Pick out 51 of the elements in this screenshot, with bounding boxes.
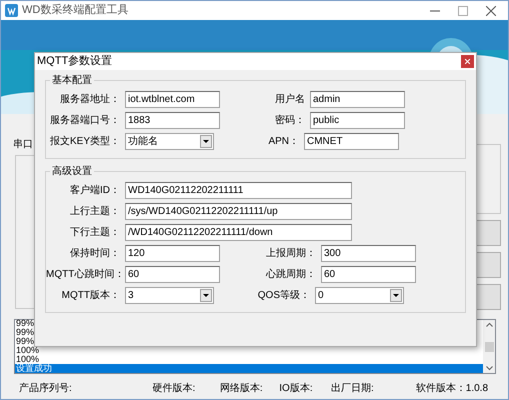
status-text: 产品序列号: — [19, 382, 73, 396]
status-text: IO版本: — [279, 382, 314, 396]
status-text: 硬件版本: — [152, 382, 196, 396]
scrollbar[interactable] — [483, 320, 495, 373]
close-button[interactable] — [461, 55, 474, 68]
window-title: WD数采终端配置工具 — [22, 3, 128, 18]
input-field[interactable]: /sys/WD140G02112202211111/up — [125, 203, 352, 220]
field-label: 心跳周期： — [264, 268, 316, 282]
input-field[interactable]: public — [310, 112, 405, 129]
field-label: 客户端ID： — [69, 184, 120, 198]
field-label: MQTT版本： — [60, 288, 120, 303]
field-label: MQTT心跳时间： — [46, 268, 120, 282]
port-label: 串口 — [13, 139, 33, 150]
input-field[interactable]: 120 — [125, 245, 220, 262]
input-field[interactable]: 300 — [321, 245, 416, 262]
input-field[interactable]: 60 — [125, 266, 220, 283]
dropdown[interactable]: 0 — [315, 287, 404, 304]
caret-icon — [200, 289, 212, 302]
caret-icon — [200, 135, 212, 148]
input-field[interactable]: 1883 — [125, 112, 220, 129]
field-label: QOS等级： — [256, 289, 310, 303]
field-label: 下行主题： — [69, 226, 120, 240]
log-line[interactable]: 100% — [15, 355, 483, 364]
input-field[interactable]: iot.wtblnet.com — [125, 91, 220, 108]
scrollbar-thumb[interactable] — [484, 342, 494, 352]
dialog-title: MQTT参数设置 — [37, 54, 112, 70]
field-label: APN： — [267, 135, 299, 149]
log-line[interactable]: 100% — [15, 346, 483, 355]
close-icon[interactable] — [486, 6, 496, 16]
maximize-icon[interactable] — [458, 6, 468, 16]
field-label: 服务器地址： — [59, 92, 120, 107]
field-label: 用户名 — [274, 92, 305, 107]
field-label: 报文KEY类型： — [48, 134, 120, 149]
input-field[interactable]: /WD140G02112202211111/down — [125, 224, 352, 241]
field-label: 服务器端口号： — [49, 114, 120, 128]
input-field[interactable]: CMNET — [304, 133, 399, 150]
field-label: 上报周期： — [265, 246, 316, 261]
field-label: 上行主题： — [69, 204, 120, 219]
status-text: 出厂日期: — [330, 382, 375, 396]
input-field[interactable]: admin — [310, 91, 405, 108]
dropdown[interactable]: 功能名 — [125, 133, 214, 150]
input-field[interactable]: 60 — [321, 266, 416, 283]
input-field[interactable]: WD140G02112202211111 — [125, 182, 352, 199]
status-text: 软件版本：1.0.8 — [416, 382, 488, 396]
close-icon — [465, 59, 470, 64]
dropdown[interactable]: 3 — [125, 287, 214, 304]
field-label: 保持时间： — [69, 246, 120, 261]
app-icon — [5, 4, 18, 17]
caret-icon — [390, 289, 402, 302]
field-label: 密码： — [274, 114, 305, 128]
status-text: 网络版本: — [220, 382, 264, 396]
